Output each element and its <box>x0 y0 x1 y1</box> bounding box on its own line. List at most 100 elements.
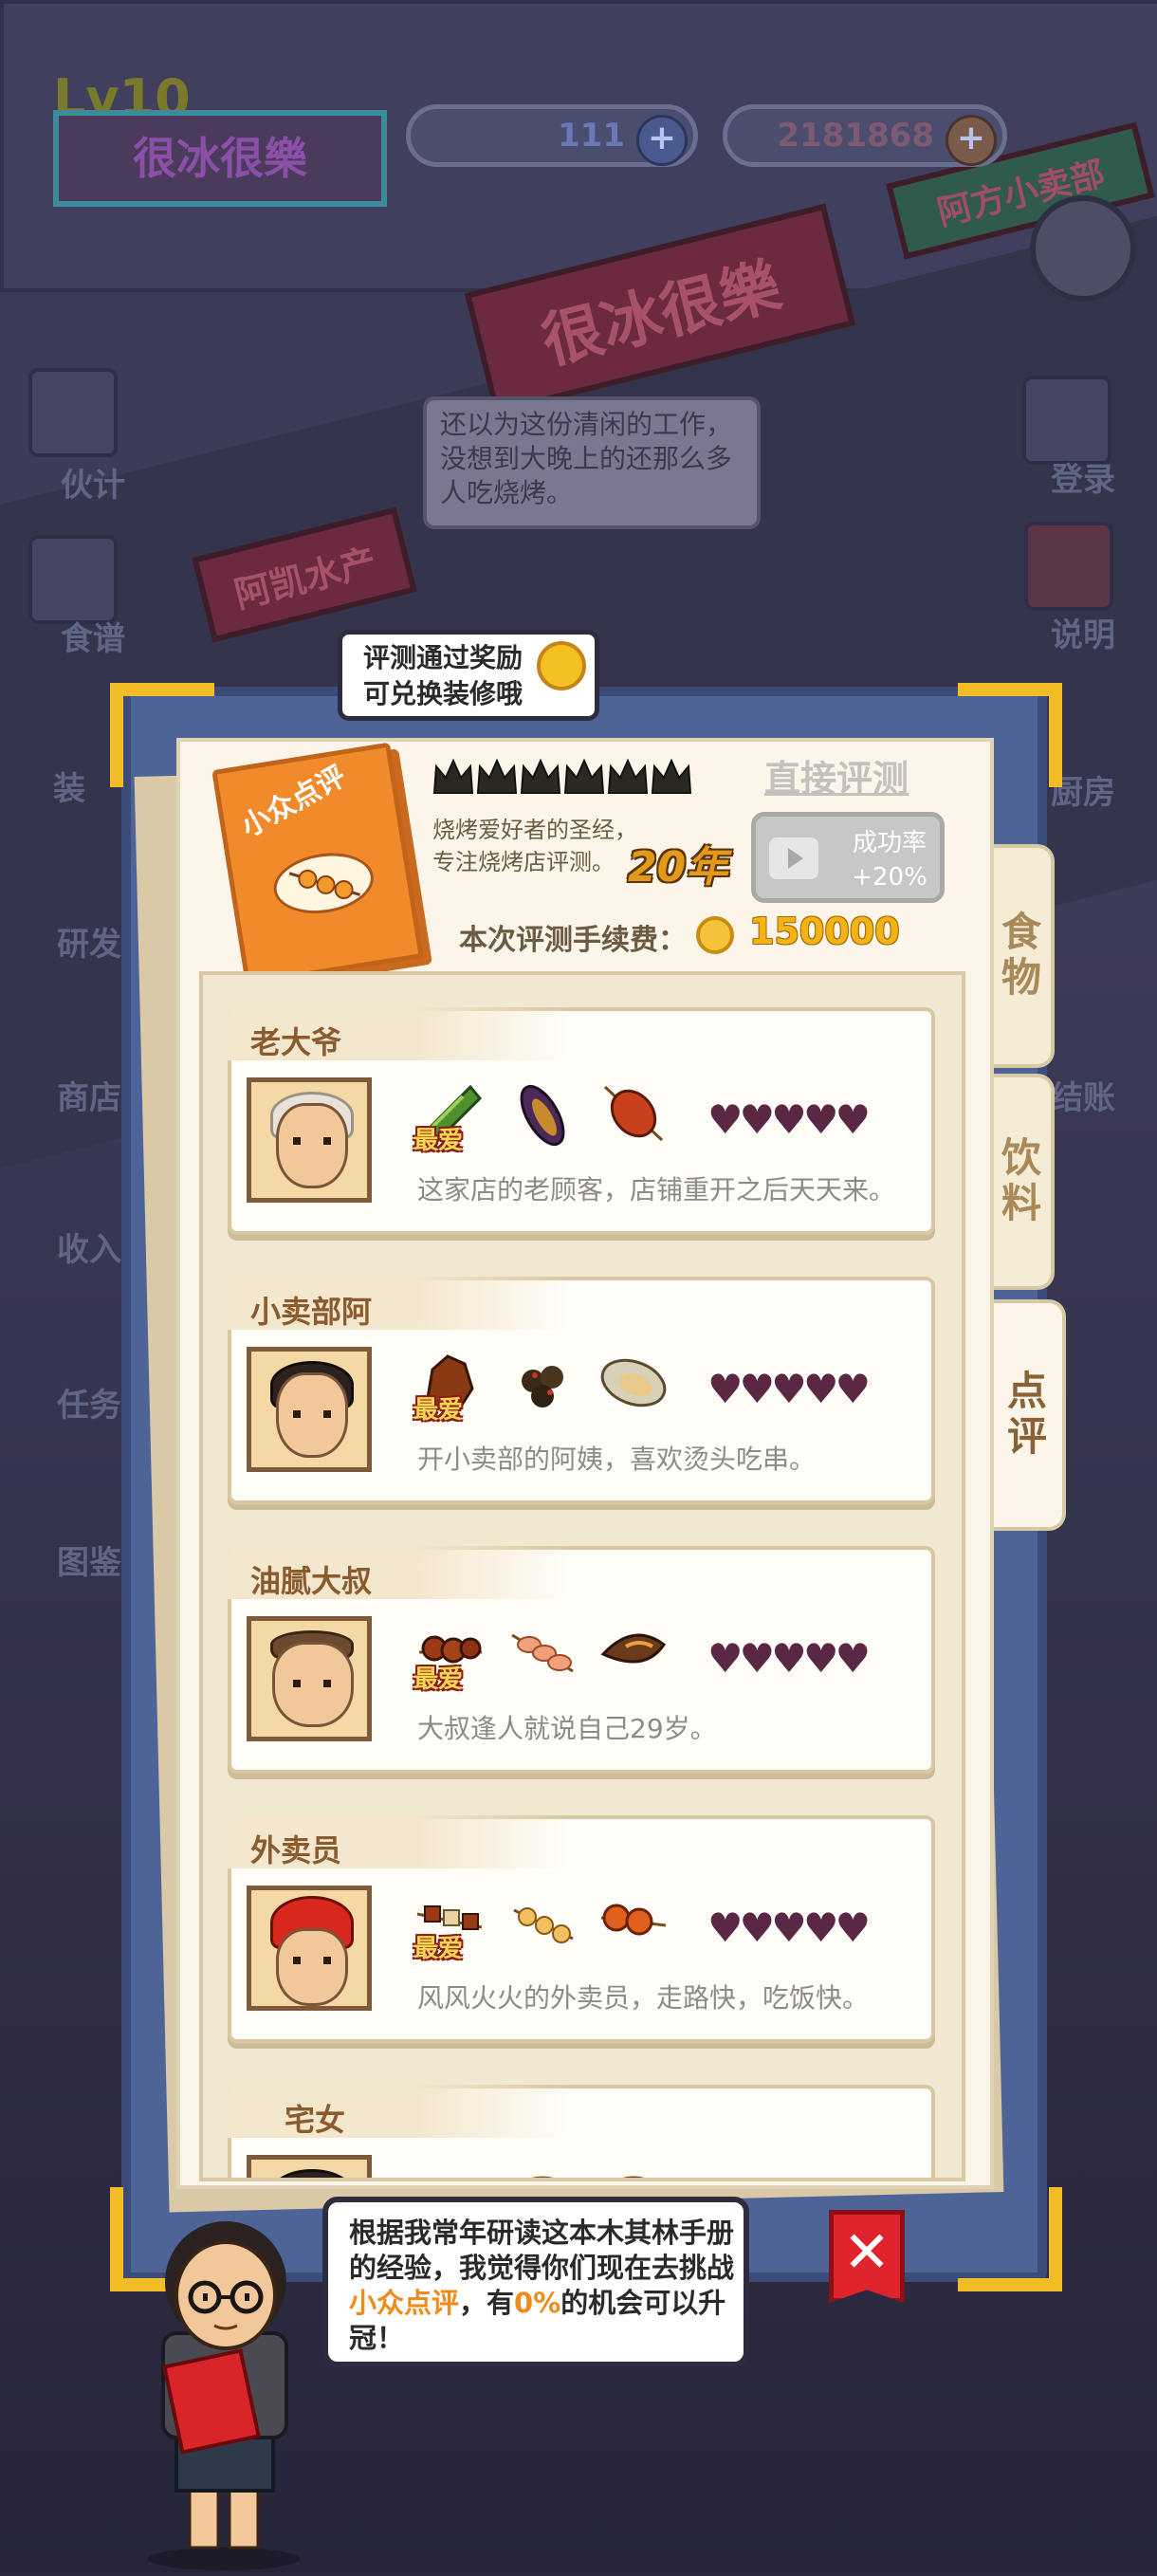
dialog-bubble: 根据我常年研读这本木其林手册的经验，我觉得你们现在去挑战小众点评，有0%的机会可… <box>322 2197 749 2367</box>
dialog-highlight-name: 小众点评 <box>349 2287 460 2319</box>
favorite-badge: 最爱 <box>413 1396 464 1425</box>
menu-help[interactable]: 说明 <box>1051 609 1115 655</box>
eggplant-icon <box>506 1077 578 1150</box>
calendar-icon[interactable] <box>1022 376 1111 465</box>
scholar-character <box>110 2191 338 2572</box>
favorite-badge: 最爱 <box>413 1665 464 1694</box>
menu-staff[interactable]: 伙计 <box>61 459 125 506</box>
avatar-face <box>272 1642 354 1727</box>
book-title: 小众点评 <box>235 760 352 844</box>
add-gems-button[interactable]: + <box>636 115 688 166</box>
fishball-skewer-icon <box>597 1886 670 1958</box>
avatar-eye <box>323 1137 331 1145</box>
reviewer-card[interactable]: 宅女 <box>228 2085 935 2178</box>
reviewer-desc: 风风火火的外卖员，走路快，吃饭快。 <box>417 1982 870 2014</box>
mixed-skewer-icon: 最爱 <box>413 1886 486 1963</box>
avatar-face <box>276 1103 348 1188</box>
reviewer-card[interactable]: 老大爷 最爱 ♥♥♥♥♥ 这家店的老顾客，店铺重开之后天天来。 <box>228 1007 935 1235</box>
tab-drinks[interactable]: 饮料 <box>986 1074 1055 1290</box>
skewer-plate-icon <box>269 846 378 921</box>
otaku-girl-avatar <box>247 2155 372 2178</box>
reviewer-desc: 这家店的老顾客，店铺重开之后天天来。 <box>417 1174 896 1205</box>
avatar-eye <box>323 1957 331 1964</box>
avatar-face <box>276 1372 348 1458</box>
tab-reviews[interactable]: 点评 <box>986 1299 1066 1531</box>
avatar-eye <box>293 1957 301 1964</box>
recipe-icon[interactable] <box>28 535 118 624</box>
menu-checkout[interactable]: 结账 <box>1051 1072 1115 1118</box>
reward-tip-line-2: 可兑换装修哦 <box>363 678 523 709</box>
reviewer-list[interactable]: 老大爷 最爱 ♥♥♥♥♥ 这家店的老顾客，店铺重开之后天天来。 小卖部阿 最爱 … <box>199 971 965 2181</box>
menu-research[interactable]: 研发 <box>57 918 121 965</box>
heart-rating: ♥♥♥♥♥ <box>707 1366 871 1412</box>
avatar-eye <box>293 1410 301 1418</box>
greasy-uncle-avatar <box>247 1616 372 1741</box>
delivery-man-avatar <box>247 1886 372 2011</box>
grilled-oyster-icon <box>597 1347 670 1419</box>
menu-collection[interactable]: 图鉴 <box>57 1536 121 1583</box>
coins-counter: 2181868 + <box>723 104 1007 167</box>
favorite-badge: 最爱 <box>413 1127 464 1155</box>
gold-medal-icon <box>537 641 586 690</box>
watch-ad-boost-button[interactable]: 成功率 +20% <box>751 812 945 903</box>
dialog-text: 根据我常年研读这本木其林手册的经验，我觉得你们现在去挑战小众点评，有0%的机会可… <box>349 2216 738 2356</box>
direct-review-link[interactable]: 直接评测 <box>764 749 909 801</box>
avatar-hair <box>270 2169 354 2178</box>
reviewer-name: 外卖员 <box>250 1832 342 1868</box>
menu-income[interactable]: 收入 <box>57 1224 121 1270</box>
settings-gear-icon[interactable] <box>1030 195 1136 302</box>
meat-skewer-icon: 最爱 <box>413 1616 486 1694</box>
crown-icon <box>607 758 649 797</box>
menu-shop[interactable]: 商店 <box>57 1072 121 1118</box>
coin-icon <box>696 916 734 954</box>
card-header <box>228 2085 569 2138</box>
reviewer-card[interactable]: 小卖部阿 最爱 ♥♥♥♥♥ 开小卖部的阿姨，喜欢烫头吃串。 <box>228 1277 935 1504</box>
menu-login[interactable]: 登录 <box>1051 453 1115 500</box>
video-play-icon <box>769 837 818 879</box>
guide-book-icon[interactable] <box>1024 522 1113 611</box>
menu-recipe[interactable]: 食谱 <box>61 613 125 659</box>
bun-icon <box>506 2155 578 2178</box>
avatar-eye <box>323 1410 331 1418</box>
quail-egg-skewer-icon <box>506 1886 578 1958</box>
fee-label: 本次评测手续费： <box>459 924 687 957</box>
add-coins-button[interactable]: + <box>946 115 997 166</box>
shop-name-plate[interactable]: 很冰很樂 <box>53 110 387 207</box>
dialog-part-2: ，有 <box>459 2287 515 2319</box>
tab-food[interactable]: 食物 <box>986 844 1055 1068</box>
menu-decor[interactable]: 装 <box>53 763 85 809</box>
coins-value: 2181868 <box>777 117 934 155</box>
old-man-avatar <box>247 1077 372 1203</box>
menu-tasks[interactable]: 任务 <box>57 1379 121 1426</box>
staff-icon[interactable] <box>28 368 118 457</box>
fee-value: 150000 <box>749 911 900 952</box>
reviewer-name: 老大爷 <box>250 1024 342 1060</box>
reward-tip-line-1: 评测通过奖励 <box>363 642 523 673</box>
review-book-icon: 小众点评 <box>211 742 424 986</box>
avatar-face <box>276 1928 348 2006</box>
reviewer-name: 小卖部阿 <box>250 1294 373 1330</box>
dialog-highlight-chance: 0% <box>514 2287 561 2319</box>
crown-icon <box>563 758 605 797</box>
gems-value: 111 <box>558 117 625 155</box>
avatar-eye <box>293 1137 301 1145</box>
heart-rating: ♥♥♥♥♥ <box>707 1904 871 1951</box>
grilled-fish-icon <box>597 1616 670 1688</box>
reviewer-card[interactable]: 外卖员 最爱 ♥♥♥♥♥ 风风火火的外卖员，走路快，吃饭快。 <box>228 1815 935 2043</box>
crown-icon <box>476 758 518 797</box>
dialog-part-1: 根据我常年研读这本木其林手册的经验，我觉得你们现在去挑战 <box>349 2217 735 2284</box>
reviewer-card[interactable]: 油腻大叔 最爱 ♥♥♥♥♥ 大叔逢人就说自己29岁。 <box>228 1546 935 1774</box>
crown-icon <box>651 758 692 797</box>
crown-icon <box>432 758 474 797</box>
close-button[interactable]: ✕ <box>829 2210 905 2303</box>
years-badge: 20年 <box>628 843 728 892</box>
scene-speech-bubble: 还以为这份清闲的工作，没想到大晚上的还那么多人吃烧烤。 <box>423 396 761 529</box>
boost-label: 成功率 <box>852 829 927 857</box>
roast-meat-icon: 最爱 <box>413 1347 486 1425</box>
reviewer-name: 宅女 <box>285 2102 346 2138</box>
fried-snails-icon <box>506 1347 578 1419</box>
boost-rate: +20% <box>852 863 927 892</box>
crown-icon <box>520 758 561 797</box>
favorite-badge: 最爱 <box>413 1935 464 1963</box>
avatar-eye <box>323 1680 331 1687</box>
